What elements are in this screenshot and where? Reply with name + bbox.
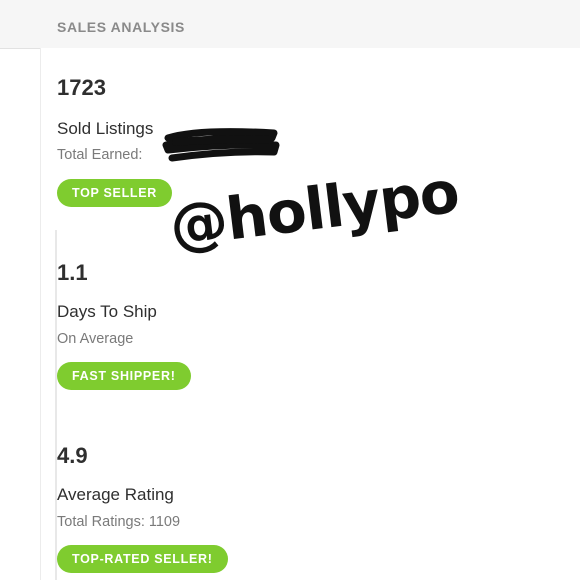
redaction-scribble: [162, 128, 280, 162]
sold-listings-value: 1723: [57, 75, 106, 100]
average-rating-value: 4.9: [57, 443, 88, 468]
sold-listings-title: Sold Listings: [57, 119, 154, 138]
top-seller-badge: TOP SELLER: [57, 179, 173, 207]
on-average-label: On Average: [57, 331, 134, 347]
fast-shipper-badge: FAST SHIPPER!: [57, 362, 191, 390]
average-rating-title: Average Rating: [57, 485, 174, 504]
sales-analysis-page: SALES ANALYSIS 1723 Sold Listings Total …: [0, 0, 580, 580]
total-earned-label: Total Earned:: [57, 147, 143, 163]
section-title: SALES ANALYSIS: [57, 19, 185, 35]
days-to-ship-value: 1.1: [57, 260, 88, 285]
total-ratings-label: Total Ratings: 1109: [57, 514, 181, 530]
days-to-ship-title: Days To Ship: [57, 302, 157, 321]
section-header: SALES ANALYSIS: [0, 0, 580, 49]
top-rated-seller-badge: TOP-RATED SELLER!: [57, 545, 228, 573]
